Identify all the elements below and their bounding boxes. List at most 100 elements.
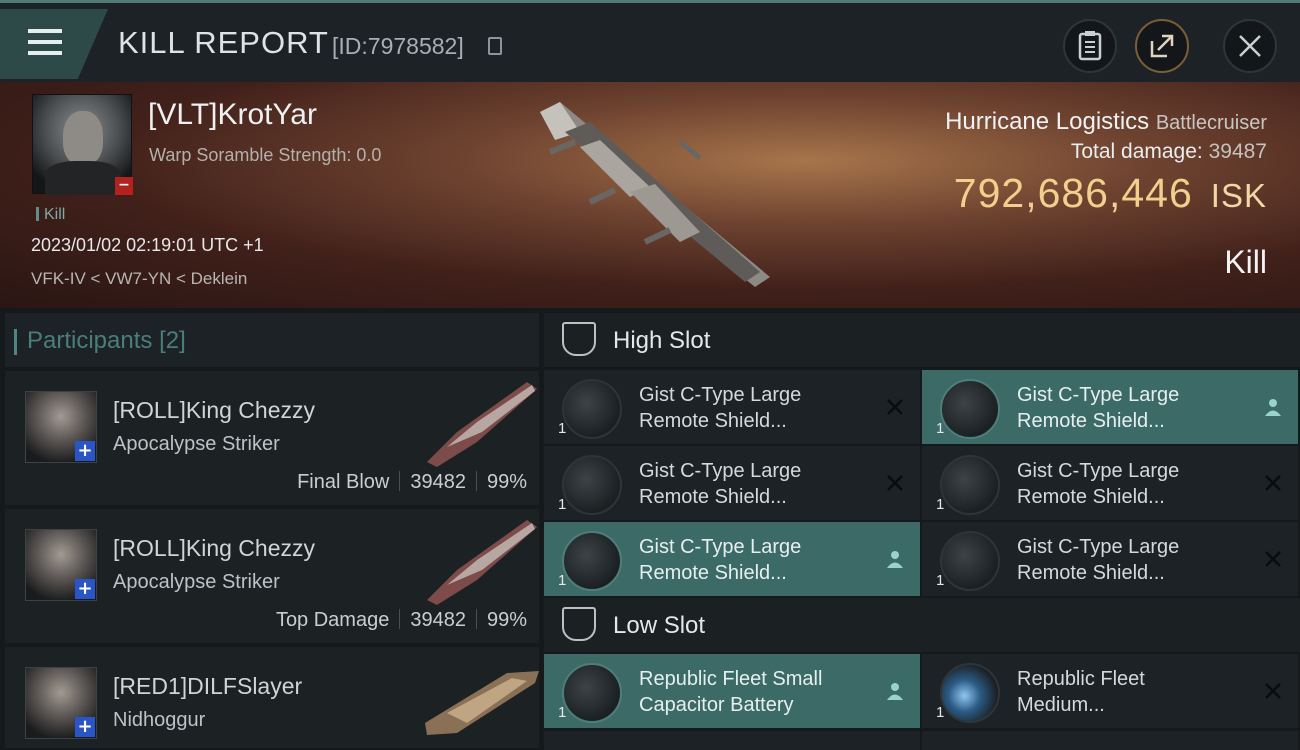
- item-name: Gist C-Type Large Remote Shield...: [1017, 458, 1237, 510]
- stat-separator: [399, 609, 401, 629]
- high-slot-item[interactable]: 1 Gist C-Type Large Remote Shield...: [544, 370, 920, 444]
- share-icon: [1150, 34, 1174, 58]
- total-damage: Total damage: 39487: [1071, 140, 1267, 164]
- participant-ship-image: [425, 671, 539, 735]
- stat-separator: [475, 471, 477, 491]
- item-name: Gist C-Type Large Remote Shield...: [1017, 382, 1237, 434]
- shield-module-icon: [562, 531, 622, 591]
- item-name-line1: Gist C-Type Large: [1017, 460, 1180, 482]
- kill-location[interactable]: VFK-IV < VW7-YN < Deklein: [31, 269, 247, 289]
- close-button[interactable]: [1223, 19, 1277, 73]
- shield-module-icon: [562, 455, 622, 515]
- participant-row[interactable]: + [RED1]DILFSlayer Nidhoggur: [5, 647, 539, 750]
- high-slot-header: High Slot: [544, 313, 1300, 367]
- item-name-line1: Gist C-Type Large: [1017, 536, 1180, 558]
- victim-ship-image[interactable]: [520, 92, 780, 292]
- low-slot-item[interactable]: 1 Republic Fleet Small Capacitor Battery: [544, 654, 920, 728]
- isk-value: 792,686,446 ISK: [954, 170, 1267, 217]
- add-contact-icon[interactable]: +: [75, 717, 95, 737]
- shield-module-icon: [940, 379, 1000, 439]
- participants-title-text: Participants: [27, 327, 153, 354]
- item-name-line2: Medium...: [1017, 694, 1105, 716]
- participant-name: [ROLL]King Chezzy: [113, 397, 315, 423]
- kill-result-label: Kill: [1224, 244, 1267, 280]
- menu-button[interactable]: [0, 9, 108, 79]
- total-damage-value: 39487: [1208, 140, 1267, 163]
- participant-ship-image: [427, 382, 537, 467]
- item-quantity: 1: [558, 420, 567, 437]
- participant-row[interactable]: + [ROLL]King Chezzy Apocalypse Striker T…: [5, 509, 539, 645]
- destroyed-x-icon: [1265, 683, 1281, 699]
- participant-name: [ROLL]King Chezzy: [113, 535, 315, 561]
- isk-amount: 792,686,446: [953, 170, 1193, 216]
- item-quantity: 1: [936, 420, 945, 437]
- participant-row[interactable]: + [ROLL]King Chezzy Apocalypse Striker F…: [5, 371, 539, 507]
- high-slot-title: High Slot: [613, 327, 711, 354]
- high-slot-item[interactable]: 1 Gist C-Type Large Remote Shield...: [922, 370, 1298, 444]
- kill-tag: Kill: [36, 206, 65, 224]
- victim-banner: − [VLT]KrotYar Warp Soramble Strength: 0…: [0, 82, 1300, 308]
- participant-stats: Top Damage 39482 99%: [276, 609, 527, 632]
- low-slot-item-partial[interactable]: [922, 731, 1298, 750]
- participant-ship: Nidhoggur: [113, 709, 206, 731]
- shield-module-icon: [940, 455, 1000, 515]
- victim-ship-name[interactable]: Hurricane Logistics Battlecruiser: [945, 108, 1267, 136]
- high-slot-item[interactable]: 1 Gist C-Type Large Remote Shield...: [922, 522, 1298, 596]
- warp-scramble-strength: Warp Soramble Strength: 0.0: [149, 145, 382, 165]
- high-slot-icon: [562, 322, 596, 356]
- item-name-line1: Republic Fleet Small: [639, 668, 823, 690]
- clipboard-icon: [1078, 31, 1102, 61]
- total-damage-label: Total damage:: [1070, 140, 1203, 163]
- shield-module-icon: [562, 379, 622, 439]
- menu-icon-bar: [28, 40, 62, 44]
- item-name-line2: Remote Shield...: [639, 410, 787, 432]
- item-quantity: 1: [558, 572, 567, 589]
- item-name-line1: Gist C-Type Large: [639, 536, 802, 558]
- low-slot-item-partial[interactable]: [544, 731, 920, 750]
- participants-title: Participants [2]: [14, 327, 186, 355]
- add-contact-icon[interactable]: +: [75, 441, 95, 461]
- stat-separator: [475, 609, 477, 629]
- close-icon: [1239, 35, 1261, 57]
- header-bar: KILL REPORT [ID:7978582]: [0, 0, 1300, 82]
- item-name: Gist C-Type Large Remote Shield...: [639, 458, 859, 510]
- item-name-line2: Remote Shield...: [1017, 486, 1165, 508]
- participant-ship: Apocalypse Striker: [113, 433, 280, 455]
- low-slot-header: Low Slot: [544, 598, 1300, 652]
- destroyed-x-icon: [1265, 475, 1281, 491]
- share-button[interactable]: [1135, 19, 1189, 73]
- participants-panel: Participants [2] + [ROLL]King Chezzy Apo…: [5, 313, 539, 750]
- portrait-head: [63, 111, 103, 165]
- low-slot-title: Low Slot: [613, 612, 706, 639]
- item-name: Republic Fleet Small Capacitor Battery: [639, 666, 859, 718]
- copy-icon[interactable]: [488, 37, 502, 55]
- menu-icon-bar: [28, 51, 62, 55]
- high-slot-item[interactable]: 1 Gist C-Type Large Remote Shield...: [544, 522, 920, 596]
- participants-header[interactable]: Participants [2]: [5, 313, 539, 367]
- participant-damage-pct: 99%: [486, 471, 527, 493]
- item-name-line2: Remote Shield...: [639, 562, 787, 584]
- item-name-line1: Gist C-Type Large: [639, 384, 802, 406]
- item-quantity: 1: [558, 704, 567, 721]
- menu-icon: [28, 29, 62, 33]
- portrait-body: [45, 161, 121, 195]
- item-name-line2: Remote Shield...: [1017, 562, 1165, 584]
- victim-name[interactable]: [VLT]KrotYar: [148, 98, 317, 132]
- kill-id: [ID:7978582]: [332, 33, 464, 59]
- participant-ship: Apocalypse Striker: [113, 571, 280, 593]
- participant-tag: Top Damage: [275, 609, 390, 631]
- clipboard-button[interactable]: [1063, 19, 1117, 73]
- low-slot-item[interactable]: 1 Republic Fleet Medium...: [922, 654, 1298, 728]
- add-contact-icon[interactable]: +: [75, 579, 95, 599]
- ship-class: Battlecruiser: [1155, 112, 1267, 134]
- item-quantity: 1: [936, 572, 945, 589]
- item-name-line1: Gist C-Type Large: [639, 460, 802, 482]
- item-name-line1: Republic Fleet: [1017, 668, 1145, 690]
- participant-name: [RED1]DILFSlayer: [113, 673, 303, 699]
- high-slot-item[interactable]: 1 Gist C-Type Large Remote Shield...: [544, 446, 920, 520]
- item-name-line1: Gist C-Type Large: [1017, 384, 1180, 406]
- participant-damage-pct: 99%: [486, 609, 527, 631]
- item-name: Republic Fleet Medium...: [1017, 666, 1237, 718]
- isk-unit: ISK: [1210, 177, 1267, 214]
- high-slot-item[interactable]: 1 Gist C-Type Large Remote Shield...: [922, 446, 1298, 520]
